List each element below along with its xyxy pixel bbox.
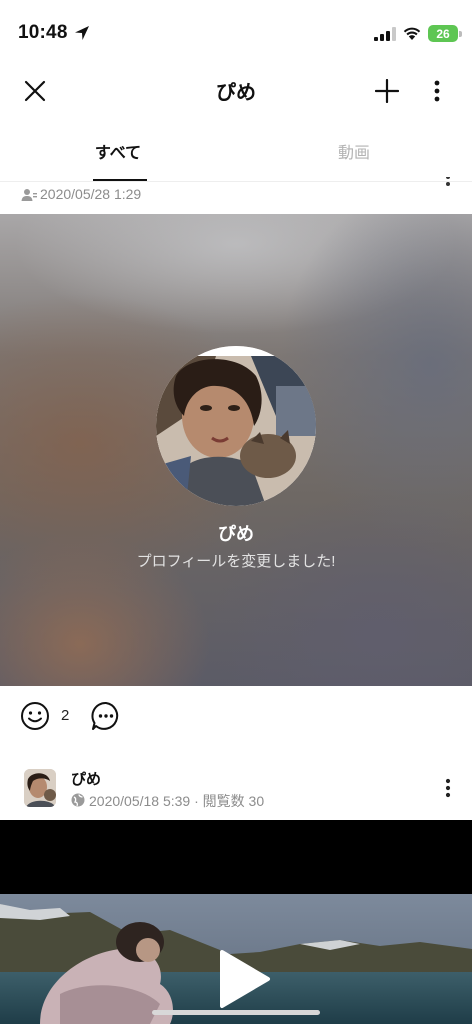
play-icon[interactable] <box>216 948 272 1010</box>
home-indicator <box>152 1010 320 1015</box>
post-date-views: 2020/05/18 5:39 · 閲覧数 30 <box>89 793 265 809</box>
plus-icon <box>375 79 399 103</box>
author-avatar[interactable] <box>24 769 56 807</box>
author-photo <box>24 769 56 807</box>
profile-photo <box>156 346 316 506</box>
post-date: 2020/05/28 1:29 <box>40 186 142 202</box>
profile-update-card[interactable]: ぴめ プロフィールを変更しました! <box>0 214 472 686</box>
more-vertical-icon <box>446 177 450 186</box>
battery-indicator: 26 <box>428 25 458 42</box>
profile-name: ぴめ <box>218 524 254 544</box>
video-player[interactable] <box>0 820 472 1024</box>
friends-only-icon <box>21 189 37 201</box>
post-more-button[interactable] <box>438 778 458 800</box>
tab-all[interactable]: すべて <box>0 120 236 182</box>
post-meta-row: 2020/05/28 1:29 <box>0 177 472 214</box>
tab-video[interactable]: 動画 <box>236 120 472 182</box>
status-time: 10:48 <box>18 22 68 43</box>
smile-reaction-icon[interactable] <box>20 701 50 731</box>
more-vertical-icon <box>434 80 440 102</box>
post-more-button[interactable] <box>438 177 458 193</box>
profile-avatar[interactable] <box>156 346 316 506</box>
comment-icon[interactable] <box>91 701 121 731</box>
more-vertical-icon <box>445 778 451 798</box>
status-bar: 10:48 26 <box>0 0 472 62</box>
globe-icon <box>71 793 85 807</box>
profile-update-message: プロフィールを変更しました! <box>136 553 336 570</box>
battery-level: 26 <box>436 26 450 41</box>
close-button[interactable] <box>18 74 52 108</box>
close-icon <box>24 80 46 102</box>
author-name[interactable]: ぴめ <box>71 768 101 789</box>
tab-selected-indicator <box>93 179 147 181</box>
reaction-count[interactable]: 2 <box>61 707 69 724</box>
add-post-button[interactable] <box>370 74 404 108</box>
tab-bar: すべて 動画 <box>0 120 472 182</box>
post-action-row: 2 <box>0 686 472 746</box>
battery-cap <box>459 31 462 37</box>
location-arrow-icon <box>75 26 89 40</box>
cellular-signal-icon <box>374 27 396 41</box>
more-options-button[interactable] <box>422 74 452 108</box>
post-header: ぴめ 2020/05/18 5:39 · 閲覧数 30 <box>0 760 472 820</box>
wifi-icon <box>403 27 421 40</box>
top-nav-bar: ぴめ <box>0 62 472 120</box>
